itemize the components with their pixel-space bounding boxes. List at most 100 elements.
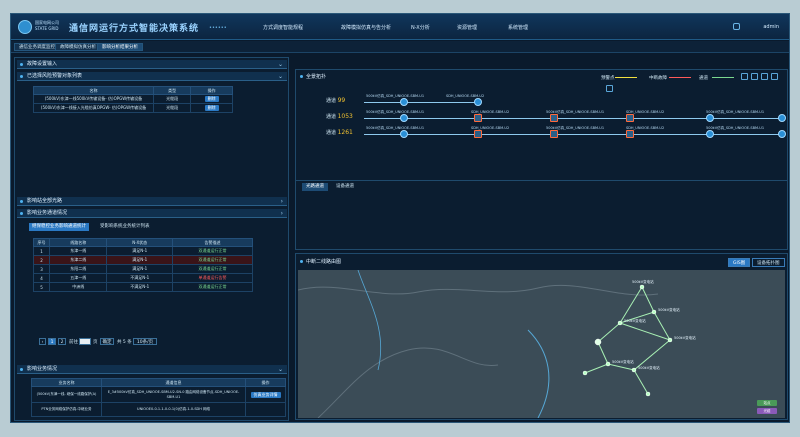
tab-device-channel[interactable]: 设备通道 [332, 183, 358, 191]
cell-op: 仿真业务详情 [245, 386, 286, 403]
top-bar: 国家电网公司 STATE GRID 通信网运行方式智能决策系统 •••••• 方… [11, 14, 789, 40]
cell-name: 五津一线 [48, 273, 108, 283]
tab-protection-stats[interactable]: 继保稳控业务影响通道统计 [29, 223, 89, 231]
node-selected-icon[interactable] [550, 130, 558, 138]
col-header: 告警描述 [172, 238, 253, 247]
tab-affected-business[interactable]: 受影响系统业务统计列表 [97, 223, 153, 231]
device-topology-button[interactable]: 设备拓扑图 [752, 258, 785, 267]
tab-lightpath[interactable]: 光路通道 [302, 183, 328, 191]
cell-no: 3 [33, 264, 50, 274]
cell-desc: 双通道运行正常 [172, 264, 253, 274]
menu-item-3[interactable]: N-X分析 [411, 24, 430, 31]
node-selected-icon[interactable] [626, 130, 634, 138]
menu-item-2[interactable]: 故障模拟仿真与告分析 [341, 24, 391, 31]
gis-map[interactable]: 500kV变电站 500kV变电站 500kV变电站 500kV变电站 500k… [298, 270, 785, 418]
table-row: PTN业务网络保护仿真-中继业务 UNIOOE0-0-1-1-0-0-1(0)仿… [31, 402, 286, 417]
cell-name: PTN业务网络保护仿真-中继业务 [31, 402, 102, 417]
confirm-button[interactable]: 确定 [100, 338, 114, 345]
node-icon[interactable] [400, 114, 408, 122]
map-cable-button[interactable]: 光缆 [757, 408, 777, 414]
cell-state: 满足N-1 [106, 246, 173, 256]
map-title-text: 中断二线路由图 [306, 259, 342, 265]
divider [296, 180, 787, 181]
menu-item-4[interactable]: 资源管理 [457, 24, 477, 31]
refresh-icon[interactable] [606, 85, 613, 92]
home-icon[interactable] [733, 23, 740, 30]
table-row: 1 东津一线 满足N-1 双通道运行正常 [33, 246, 253, 256]
map-title: 中断二线路由图 [300, 258, 341, 265]
chevron-right-icon: › [280, 198, 283, 205]
section-fault-input[interactable]: 故障设置输入 ⌄ [17, 60, 287, 69]
node-icon[interactable] [400, 98, 408, 106]
affected-business-table: 业务名称 通道信息 操作 (500kV)东津一线- 继保一线路保护(A) E_3… [31, 378, 286, 417]
col-header: 类型 [152, 86, 192, 95]
page-size-select[interactable]: 10条/页 [133, 338, 157, 345]
row-count: 1261 [337, 129, 353, 136]
map-panel: 中断二线路由图 GIS图 设备拓扑图 500kV变电站 500kV变电站 500… [295, 253, 788, 420]
edit-icon[interactable] [751, 73, 758, 80]
prev-page-button[interactable]: ‹ [39, 338, 46, 345]
node-icon[interactable] [400, 130, 408, 138]
link-label: 500kV仿真_SDH_UNIOOE-SBM-U1 [366, 94, 425, 98]
legend-channel: 通道 [699, 76, 708, 81]
section-title: 影响业务情况 [27, 366, 58, 372]
close-icon[interactable] [771, 73, 778, 80]
page-tab-2[interactable]: 故障模拟仿真分析 [55, 43, 101, 51]
page-1-button[interactable]: 1 [48, 338, 56, 345]
section-selected-objects[interactable]: 已选择风险预警对象列表 ⌄ [17, 72, 287, 81]
link-line [364, 134, 784, 135]
menu-item-5[interactable]: 系统管理 [508, 24, 528, 31]
row-label-text: 通道 [326, 114, 337, 120]
page-2-button[interactable]: 2 [58, 338, 66, 345]
cell-name: 东津一线 [48, 246, 108, 256]
station-label: 500kV变电站 [632, 279, 654, 284]
node-icon[interactable] [778, 114, 786, 122]
delete-button[interactable]: 删除 [204, 96, 219, 102]
section-affected-channels[interactable]: 影响业务通道情况 › [17, 209, 287, 218]
row-count: 99 [337, 97, 346, 104]
dots-icon: •••••• [209, 25, 227, 31]
node-icon[interactable] [706, 130, 714, 138]
cell-type: 光缆段 [152, 103, 192, 113]
cell-no: 1 [33, 246, 50, 256]
table-row: 2 东津二线 满足N-1 双通道运行正常 [33, 255, 253, 265]
user-name[interactable]: admin [763, 24, 779, 30]
page-tab-1[interactable]: 通信业务调度监控 [14, 43, 60, 51]
export-icon[interactable] [741, 73, 748, 80]
link-label: 500kV仿真_SDH_UNIOOE-SBM-U1 [706, 110, 765, 114]
table-row: 4 五津一线 不满足N-1 单通道运行告警 [33, 273, 253, 283]
node-icon[interactable] [474, 98, 482, 106]
cell-name: 中洲线 [48, 282, 108, 292]
page-input[interactable] [79, 338, 91, 345]
selected-objects-table: 名称 类型 操作 (500kV)东津一线500kV传输设备- 仿)OPGW传输设… [33, 86, 233, 113]
gis-map-button[interactable]: GIS图 [728, 258, 751, 267]
node-selected-icon[interactable] [474, 130, 482, 138]
delete-button[interactable]: 删除 [204, 105, 219, 111]
section-all-lightpaths[interactable]: 影响站全部光路 › [17, 197, 287, 206]
detail-button[interactable]: 仿真业务详情 [250, 391, 281, 398]
cell-no: 5 [33, 282, 50, 292]
node-selected-icon[interactable] [474, 114, 482, 122]
col-header: 操作 [190, 86, 233, 95]
cell-op [245, 402, 286, 417]
cell-op: 删除 [190, 103, 233, 113]
logo-line2: STATE GRID [35, 26, 59, 31]
menu-item-1[interactable]: 方式调度智能规程 [263, 24, 303, 31]
topology-title-text: 全景拓扑 [306, 74, 327, 80]
cell-name: (500kV)东津一线- 继保一线路保护(A) [31, 386, 102, 403]
page-tab-3[interactable]: 影响分析结果分析 [97, 43, 143, 51]
legend-warning-line [615, 77, 637, 78]
map-station-button[interactable]: 站点 [757, 400, 777, 406]
col-header: 业务名称 [31, 378, 102, 387]
cell-name: (500kV)东津一线500kV传输设备- 仿)OPGW传输设备 [33, 94, 154, 104]
node-icon[interactable] [778, 130, 786, 138]
fullscreen-icon[interactable] [761, 73, 768, 80]
node-selected-icon[interactable] [550, 114, 558, 122]
node-selected-icon[interactable] [626, 114, 634, 122]
node-icon[interactable] [706, 114, 714, 122]
legend-fault-line [669, 77, 691, 78]
table-row: (500kV)东津一线接入光缆仿真OPGW- 仿)OPGW传输设备 光缆段 删除 [33, 103, 233, 113]
app-title: 通信网运行方式智能决策系统 [69, 24, 200, 34]
section-affected-business[interactable]: 影响业务情况 ⌄ [17, 365, 287, 374]
cell-desc: 双通道运行正常 [172, 282, 253, 292]
